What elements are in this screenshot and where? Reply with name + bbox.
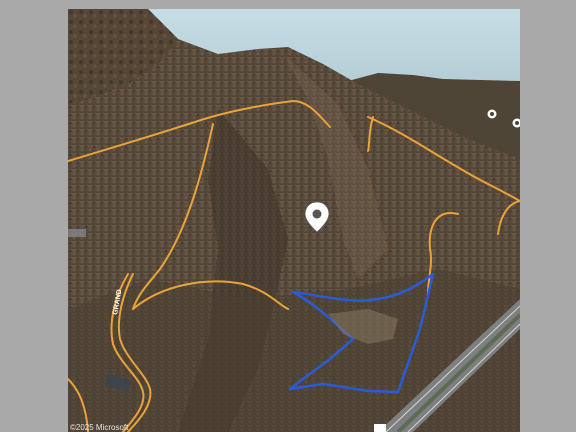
structure: [68, 229, 86, 237]
map-viewport[interactable]: GRAND ©2025 Microsoft: [68, 9, 520, 432]
terrain-map[interactable]: GRAND: [68, 9, 520, 432]
poi-marker-icon[interactable]: [487, 109, 497, 119]
map-attribution: ©2025 Microsoft: [70, 423, 129, 432]
route-shield-icon: [374, 424, 386, 432]
